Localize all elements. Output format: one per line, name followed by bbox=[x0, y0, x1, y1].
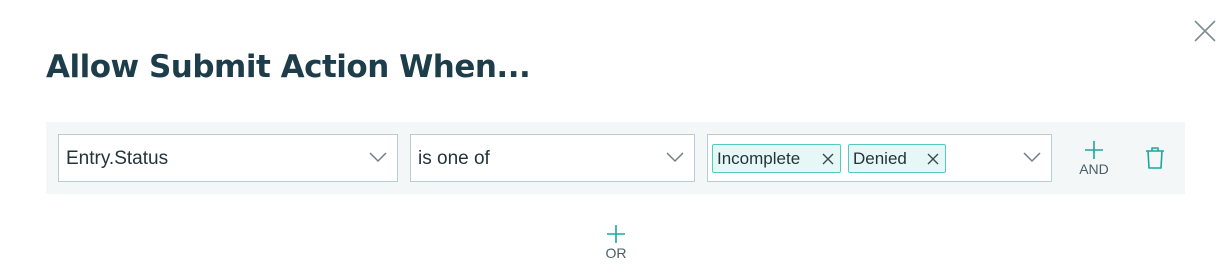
and-label: AND bbox=[1079, 161, 1109, 177]
or-label: OR bbox=[605, 245, 627, 261]
dialog-title: Allow Submit Action When... bbox=[46, 49, 531, 85]
delete-condition-button[interactable] bbox=[1144, 146, 1166, 170]
close-icon bbox=[1192, 18, 1218, 44]
values-multiselect[interactable]: Incomplete Denied bbox=[707, 134, 1052, 182]
field-select-value: Entry.Status bbox=[66, 148, 169, 169]
operator-select-value: is one of bbox=[418, 148, 490, 169]
close-button[interactable] bbox=[1192, 18, 1218, 44]
add-or-condition-button[interactable]: OR bbox=[596, 224, 636, 264]
tag-remove-icon[interactable] bbox=[927, 153, 939, 165]
value-tag: Incomplete bbox=[712, 144, 841, 173]
chevron-down-icon bbox=[666, 151, 684, 163]
operator-select[interactable]: is one of bbox=[410, 134, 695, 182]
chevron-down-icon bbox=[369, 151, 387, 163]
tag-remove-icon[interactable] bbox=[822, 153, 834, 165]
chevron-down-icon bbox=[1023, 151, 1041, 163]
field-select[interactable]: Entry.Status bbox=[58, 134, 398, 182]
plus-icon bbox=[1084, 140, 1104, 160]
plus-icon bbox=[606, 224, 626, 244]
trash-icon bbox=[1144, 146, 1166, 170]
value-tag: Denied bbox=[848, 144, 946, 173]
value-tag-label: Incomplete bbox=[717, 149, 801, 168]
value-tag-label: Denied bbox=[853, 149, 907, 168]
add-and-condition-button[interactable]: AND bbox=[1074, 140, 1114, 180]
condition-row: Entry.Status is one of Incomplete Denied bbox=[46, 122, 1185, 194]
